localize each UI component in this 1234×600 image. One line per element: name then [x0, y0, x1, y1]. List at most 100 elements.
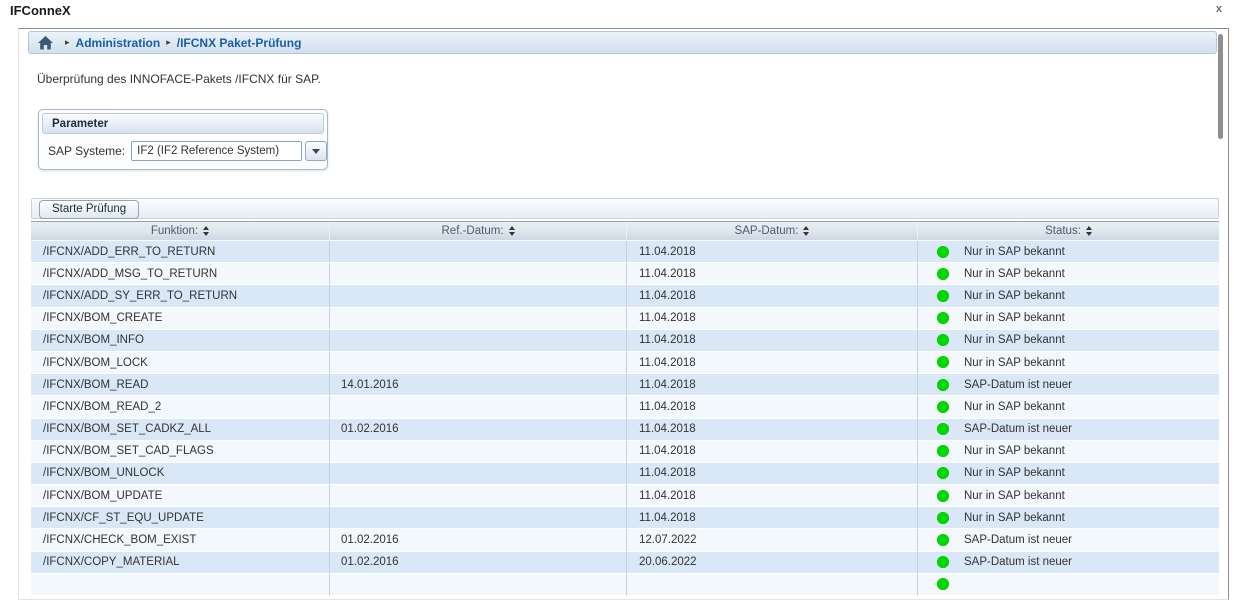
cell-ref: [330, 574, 627, 596]
cell-funktion: [31, 574, 330, 596]
cell-sap: 20.06.2022: [627, 552, 918, 574]
cell-sap: 11.04.2018: [627, 419, 918, 441]
cell-status: Nur in SAP bekannt: [918, 396, 1219, 418]
cell-sap: 11.04.2018: [627, 308, 918, 330]
table-row[interactable]: /IFCNX/ADD_ERR_TO_RETURN11.04.2018Nur in…: [31, 241, 1219, 263]
status-label: Nur in SAP bekannt: [964, 290, 1065, 302]
status-ok-icon: [937, 445, 949, 457]
parameter-panel-body: SAP Systeme: IF2 (IF2 Reference System): [48, 141, 327, 161]
sort-icon: [509, 226, 515, 236]
sort-icon: [203, 226, 209, 236]
cell-sap: 11.04.2018: [627, 374, 918, 396]
parameter-panel: Parameter SAP Systeme: IF2 (IF2 Referenc…: [38, 109, 328, 170]
cell-funktion: /IFCNX/BOM_SET_CADKZ_ALL: [31, 419, 330, 441]
cell-funktion: /IFCNX/BOM_INFO: [31, 330, 330, 352]
cell-sap: 11.04.2018: [627, 352, 918, 374]
cell-sap: 11.04.2018: [627, 441, 918, 463]
breadcrumb-item-current-page[interactable]: /IFCNX Paket-Prüfung: [177, 36, 302, 50]
table-row[interactable]: /IFCNX/BOM_SET_CAD_FLAGS11.04.2018Nur in…: [31, 441, 1219, 463]
table-row[interactable]: /IFCNX/ADD_SY_ERR_TO_RETURN11.04.2018Nur…: [31, 285, 1219, 307]
column-header-status[interactable]: Status:: [918, 222, 1219, 241]
table-row[interactable]: /IFCNX/BOM_READ14.01.201611.04.2018SAP-D…: [31, 374, 1219, 396]
sap-system-select[interactable]: IF2 (IF2 Reference System): [131, 141, 302, 161]
cell-sap: 11.04.2018: [627, 330, 918, 352]
cell-funktion: /IFCNX/BOM_READ_2: [31, 396, 330, 418]
table-row[interactable]: /IFCNX/BOM_READ_211.04.2018Nur in SAP be…: [31, 396, 1219, 418]
sort-icon: [803, 226, 809, 236]
cell-funktion: /IFCNX/CHECK_BOM_EXIST: [31, 529, 330, 551]
table-row[interactable]: /IFCNX/BOM_INFO 11.04.2018 Nur in SAP beka…: [31, 330, 1219, 352]
sap-system-label: SAP Systeme:: [48, 144, 125, 158]
cell-ref: [330, 485, 627, 507]
table-row[interactable]: /IFCNX/BOM_SET_CADKZ_ALL01.02.201611.04.…: [31, 419, 1219, 441]
cell-status: Nur in SAP bekannt: [918, 463, 1219, 485]
status-label: Nur in SAP bekannt: [964, 401, 1065, 413]
status-label: Nur in SAP bekannt: [964, 268, 1065, 280]
parameter-panel-title: Parameter: [42, 113, 324, 134]
cell-status: SAP-Datum ist neuer: [918, 374, 1219, 396]
table-row[interactable]: /IFCNX/COPY_MATERIAL01.02.201620.06.2022…: [31, 552, 1219, 574]
status-label: Nur in SAP bekannt: [964, 334, 1065, 346]
vertical-scrollbar-thumb[interactable]: [1218, 34, 1223, 139]
status-ok-icon: [937, 467, 949, 479]
status-ok-icon: [937, 401, 949, 413]
cell-funktion: /IFCNX/ADD_MSG_TO_RETURN: [31, 263, 330, 285]
breadcrumb-item-administration[interactable]: Administration: [76, 36, 161, 50]
cell-ref: 14.01.2016: [330, 374, 627, 396]
breadcrumb-separator-icon: ▸: [65, 38, 70, 47]
sap-system-dropdown-button[interactable]: [305, 141, 327, 161]
cell-status: Nur in SAP bekannt: [918, 241, 1219, 263]
table-header-row: Funktion: Ref.-Datum: SAP-Datum: Status:: [31, 221, 1219, 241]
cell-sap: 11.04.2018: [627, 507, 918, 529]
cell-sap: 12.07.2022: [627, 529, 918, 551]
status-label: Nur in SAP bekannt: [964, 357, 1065, 369]
column-header-label: SAP-Datum:: [735, 225, 799, 237]
status-label: SAP-Datum ist neuer: [964, 423, 1072, 435]
start-check-button[interactable]: Starte Prüfung: [39, 200, 139, 219]
cell-funktion: /IFCNX/ADD_ERR_TO_RETURN: [31, 241, 330, 263]
cell-ref: [330, 396, 627, 418]
column-header-ref-datum[interactable]: Ref.-Datum:: [330, 222, 627, 241]
status-ok-icon: [937, 290, 949, 302]
cell-funktion: /IFCNX/COPY_MATERIAL: [31, 552, 330, 574]
app-title: IFConneX: [10, 3, 71, 18]
status-ok-icon: [937, 512, 949, 524]
cell-ref: 01.02.2016: [330, 552, 627, 574]
table-row[interactable]: /IFCNX/BOM_UPDATE11.04.2018Nur in SAP be…: [31, 485, 1219, 507]
table-row[interactable]: /IFCNX/CHECK_BOM_EXIST01.02.201612.07.20…: [31, 529, 1219, 551]
table-row[interactable]: /IFCNX/CF_ST_EQU_UPDATE11.04.2018Nur in …: [31, 507, 1219, 529]
status-ok-icon: [937, 490, 949, 502]
table-row[interactable]: /IFCNX/BOM_CREATE11.04.2018Nur in SAP be…: [31, 308, 1219, 330]
close-icon[interactable]: x: [1212, 1, 1226, 17]
cell-status: Nur in SAP bekannt: [918, 263, 1219, 285]
table-row[interactable]: /IFCNX/BOM_LOCK11.04.2018Nur in SAP beka…: [31, 352, 1219, 374]
cell-sap: 11.04.2018: [627, 263, 918, 285]
cell-status: Nur in SAP bekannt: [918, 485, 1219, 507]
table-row[interactable]: /IFCNX/ADD_MSG_TO_RETURN 11.04.2018 Nur in…: [31, 263, 1219, 285]
column-header-sap-datum[interactable]: SAP-Datum:: [627, 222, 918, 241]
column-header-funktion[interactable]: Funktion:: [31, 222, 330, 241]
cell-ref: [330, 330, 627, 352]
cell-ref: [330, 308, 627, 330]
home-icon[interactable]: [38, 36, 53, 50]
intro-text: Überprüfung des INNOFACE-Pakets /IFCNX f…: [37, 72, 321, 86]
cell-ref: [330, 263, 627, 285]
status-ok-icon: [937, 578, 949, 590]
cell-funktion: /IFCNX/BOM_SET_CAD_FLAGS: [31, 441, 330, 463]
status-label: Nur in SAP bekannt: [964, 490, 1065, 502]
cell-sap: 11.04.2018: [627, 463, 918, 485]
cell-funktion: /IFCNX/BOM_READ: [31, 374, 330, 396]
cell-ref: [330, 285, 627, 307]
status-ok-icon: [937, 246, 949, 258]
table-rows: /IFCNX/ADD_ERR_TO_RETURN11.04.2018Nur in…: [31, 241, 1219, 596]
cell-status: SAP-Datum ist neuer: [918, 529, 1219, 551]
cell-ref: [330, 507, 627, 529]
cell-status: Nur in SAP bekannt: [918, 507, 1219, 529]
cell-status: Nur in SAP bekannt: [918, 352, 1219, 374]
chevron-down-icon: [312, 149, 320, 154]
table-row[interactable]: /IFCNX/BOM_UNLOCK11.04.2018Nur in SAP be…: [31, 463, 1219, 485]
cell-sap: 11.04.2018: [627, 285, 918, 307]
status-label: Nur in SAP bekannt: [964, 512, 1065, 524]
cell-ref: [330, 463, 627, 485]
table-row[interactable]: [31, 574, 1219, 596]
